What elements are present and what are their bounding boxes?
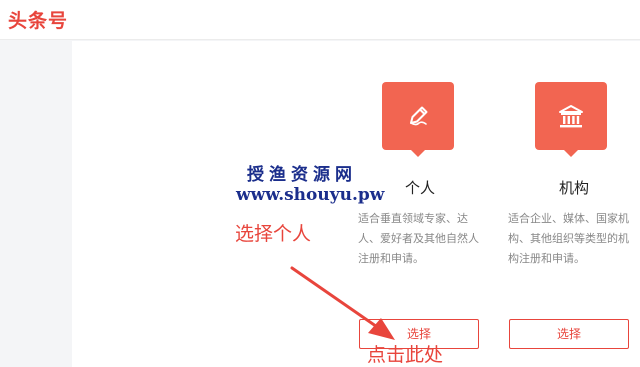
annotation-arrow <box>290 266 395 340</box>
